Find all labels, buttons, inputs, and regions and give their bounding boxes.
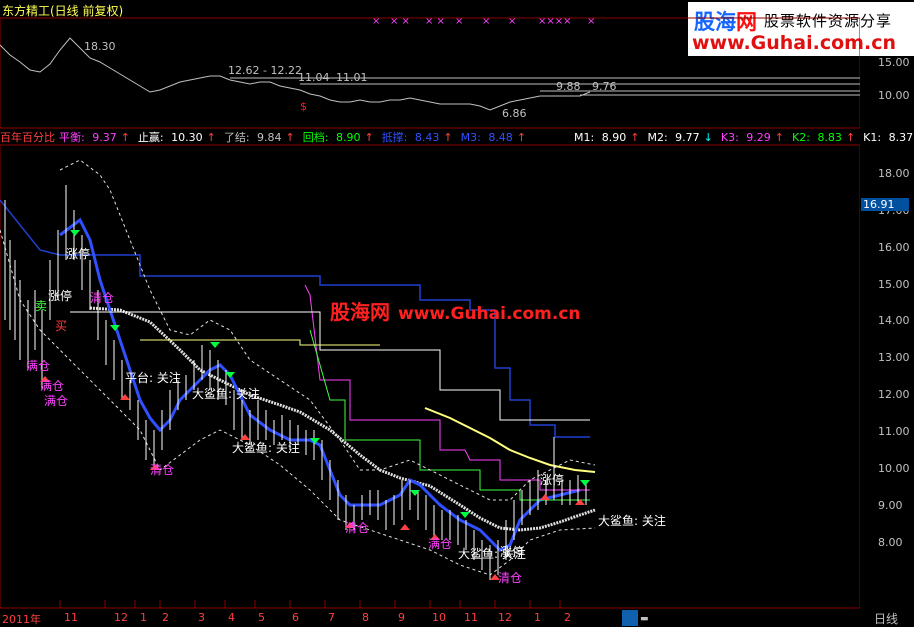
svg-text:满仓: 满仓 — [26, 359, 50, 373]
date-label: 1 — [140, 611, 147, 624]
ytick-16: 16.00 — [878, 241, 910, 254]
top-level-label-1: 11.04 — [298, 71, 330, 84]
date-label: 2 — [564, 611, 571, 624]
svg-text:清仓: 清仓 — [150, 463, 174, 477]
ytick-10: 10.00 — [878, 462, 910, 475]
center-watermark: 股海网 www.Guhai.com.cn — [330, 296, 581, 325]
svg-text:大鲨鱼: 关注: 大鲨鱼: 关注 — [192, 386, 260, 401]
top-high-label: 18.30 — [84, 40, 116, 53]
blue-ma-curve — [59, 217, 581, 552]
date-label: 12 — [114, 611, 128, 624]
date-label: 9 — [398, 611, 405, 624]
svg-text:卖: 卖 — [35, 299, 47, 313]
date-label: 4 — [228, 611, 235, 624]
svg-text:清仓: 清仓 — [90, 291, 114, 305]
svg-text:清仓: 清仓 — [345, 521, 369, 535]
indicator-bar: 百年百分比 平衡: 9.37 ↑ 止赢: 10.30 ↑ 了结: 9.84 ↑ 回档: 8.9… — [0, 129, 913, 145]
indicator-item: 抵撑: 8.43 ↑ — [381, 131, 453, 144]
svg-text:×: × — [482, 16, 490, 27]
date-label: 2011年 — [2, 613, 41, 626]
current-price-badge: 16.91 — [861, 198, 909, 211]
ytick-8: 8.00 — [878, 536, 903, 549]
date-axis: 2011年 11 12 1 2 3 4 5 6 7 8 9 10 11 12 1 2 — [0, 609, 860, 627]
date-label: 1 — [534, 611, 541, 624]
ytick-14: 14.00 — [878, 314, 910, 327]
date-label: 2 — [162, 611, 169, 624]
scroll-thumb[interactable] — [622, 610, 638, 626]
indicator-item: 止赢: 10.30 ↑ — [137, 131, 216, 144]
indicator-item: K3: 9.29 ↑ — [720, 131, 785, 144]
date-label: 5 — [258, 611, 265, 624]
white-level-line-1 — [70, 311, 590, 421]
top-level-label-3: 9.88 — [556, 80, 581, 93]
indicator-item: 平衡: 9.37 ↑ — [59, 131, 130, 144]
indicator-item: 了结: 9.84 ↑ — [223, 131, 295, 144]
period-label[interactable]: 日线 — [874, 610, 898, 627]
top-low-label: 6.86 — [502, 107, 527, 120]
date-label: 10 — [432, 611, 446, 624]
indicator-item: M2: 9.77 ↓ — [647, 131, 713, 144]
svg-text:×: × — [587, 16, 595, 27]
svg-text:清仓: 清仓 — [498, 571, 522, 585]
ytick-12: 12.00 — [878, 388, 910, 401]
indicator-item: 回档: 8.90 ↑ — [302, 131, 374, 144]
svg-text:涨停: 涨停 — [48, 288, 72, 303]
svg-text:涨停: 涨停 — [500, 544, 524, 559]
date-label: 7 — [328, 611, 335, 624]
ytick-11: 11.00 — [878, 425, 910, 438]
svg-text:涨停: 涨停 — [540, 472, 564, 487]
scroll-right-icon[interactable]: ▬ — [640, 614, 652, 624]
svg-text:×: × — [372, 16, 380, 27]
date-label: 3 — [198, 611, 205, 624]
indicator-item: M3: 8.48 ↑ — [460, 131, 527, 144]
date-label: 11 — [64, 611, 78, 624]
price-axis: 15.00 10.00 18.00 17.00 16.00 15.00 14.0… — [860, 0, 914, 627]
svg-text:买: 买 — [55, 319, 67, 333]
svg-text:涨停: 涨停 — [66, 246, 90, 261]
top-marker-label: $ — [300, 100, 307, 113]
top-ytick-10: 10.00 — [878, 89, 910, 102]
svg-text:大鲨鱼: 关注: 大鲨鱼: 关注 — [232, 440, 300, 455]
svg-text:平台: 关注: 平台: 关注 — [125, 370, 181, 385]
svg-text:×: × — [508, 16, 516, 27]
svg-text:× ×: × × — [425, 16, 445, 27]
top-panel-frame — [0, 17, 860, 129]
ytick-15: 15.00 — [878, 278, 910, 291]
top-ytick-15: 15.00 — [878, 56, 910, 69]
top-x-markers: × × × × × × × × ×××× × — [372, 16, 595, 27]
date-grid — [59, 600, 561, 608]
upper-envelope — [59, 159, 596, 501]
date-label: 8 — [362, 611, 369, 624]
svg-text:满仓: 满仓 — [428, 537, 452, 551]
ytick-18: 18.00 — [878, 167, 910, 180]
center-watermark-url: www.Guhai.com.cn — [398, 304, 581, 324]
top-range-label: 12.62 - 12.22 — [228, 64, 302, 77]
date-label: 11 — [464, 611, 478, 624]
svg-text:×: × — [455, 16, 463, 27]
indicator-name: 百年百分比 — [0, 131, 55, 144]
indicator-item: K2: 8.83 ↑ — [792, 131, 856, 144]
top-level-label-2: 11.01 — [336, 71, 368, 84]
date-label: 12 — [498, 611, 512, 624]
svg-text:××××: ×××× — [538, 16, 572, 27]
svg-text:× ×: × × — [390, 16, 410, 27]
svg-text:大鲨鱼: 关注: 大鲨鱼: 关注 — [598, 513, 666, 528]
ytick-13: 13.00 — [878, 351, 910, 364]
ytick-9: 9.00 — [878, 499, 903, 512]
svg-text:满仓: 满仓 — [40, 379, 64, 393]
date-label: 6 — [292, 611, 299, 624]
svg-text:满仓: 满仓 — [44, 394, 68, 408]
top-level-label-4: 9.76 — [592, 80, 617, 93]
yellow-ma-curve — [424, 407, 596, 473]
center-watermark-cn: 股海网 — [330, 300, 390, 324]
indicator-item: M1: 8.90 ↑ — [574, 131, 640, 144]
